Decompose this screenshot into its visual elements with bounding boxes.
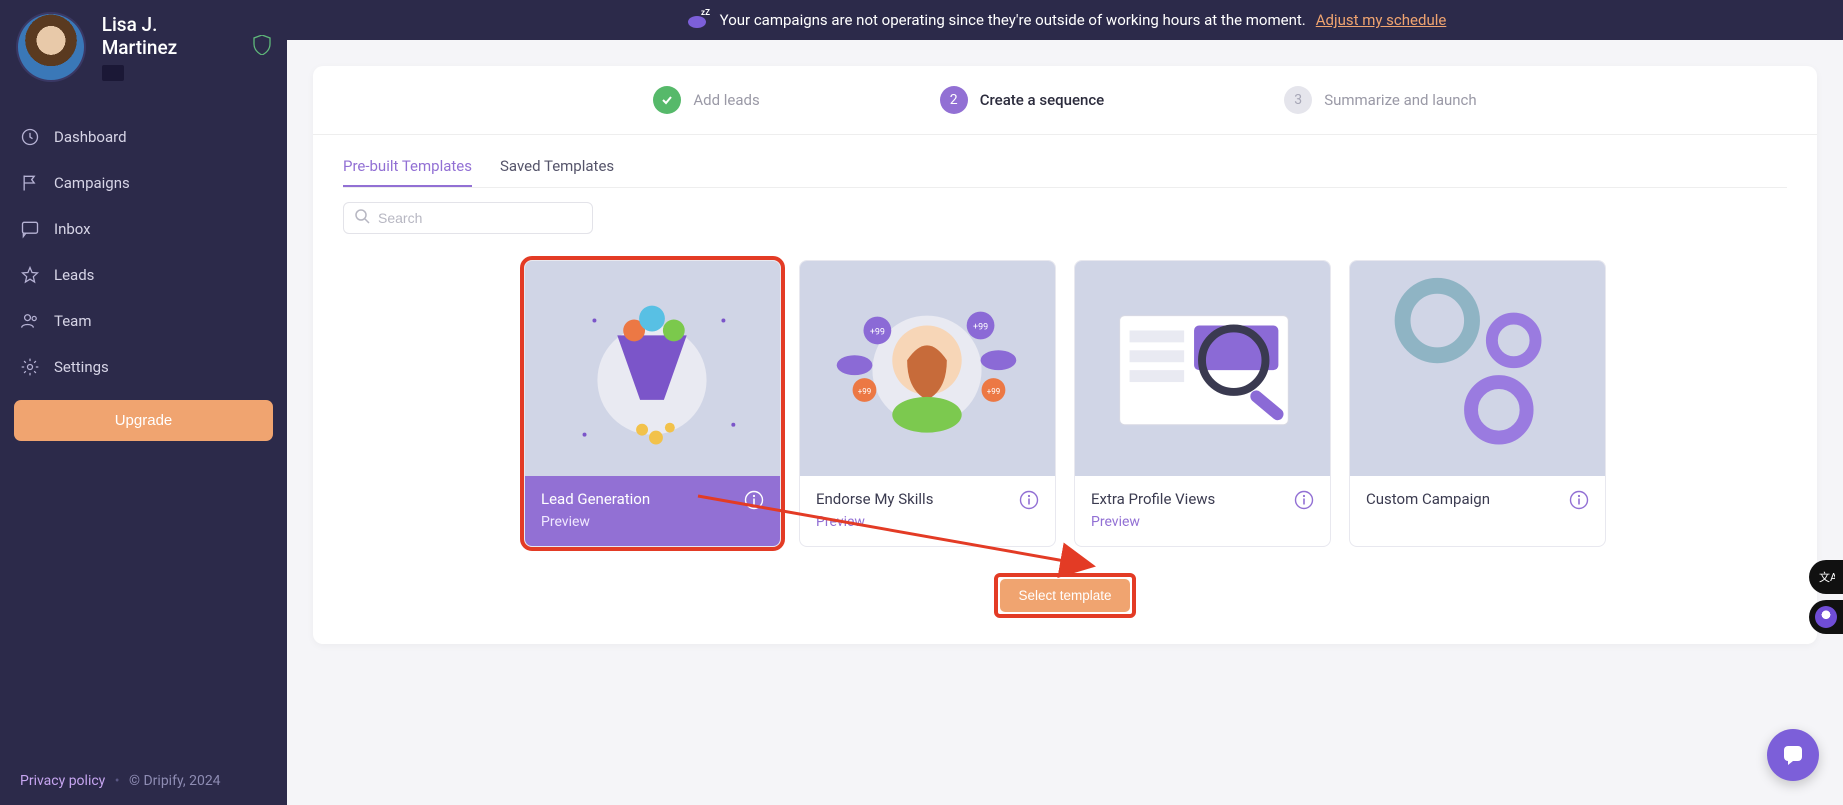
assistant-icon [1815,606,1837,628]
step-add-leads[interactable]: Add leads [653,86,759,114]
profile-badges [102,65,237,81]
search-field[interactable] [343,202,593,234]
svg-text:文A: 文A [1819,570,1835,584]
sidebar-item-leads[interactable]: Leads [0,252,287,298]
notice-bar: zZ Your campaigns are not operating sinc… [287,0,1843,40]
sidebar-item-label: Team [54,312,92,330]
svg-text:+99: +99 [870,327,885,337]
select-template-button[interactable]: Select template [1000,579,1129,612]
sidebar-item-inbox[interactable]: Inbox [0,206,287,252]
template-footer: Lead Generation Preview [525,476,780,546]
sidebar-item-campaigns[interactable]: Campaigns [0,160,287,206]
sidebar-footer: Privacy policy • © Dripify, 2024 [0,757,287,805]
users-icon [20,311,40,331]
gear-icon [20,357,40,377]
notice-text: Your campaigns are not operating since t… [720,11,1306,29]
svg-text:+99: +99 [973,322,988,332]
template-preview-link[interactable]: Preview [816,514,933,530]
step-number-badge: 2 [940,86,968,114]
star-icon [20,265,40,285]
assistant-button[interactable] [1809,600,1843,634]
step-label: Create a sequence [980,91,1104,109]
search-wrap [313,188,1817,234]
info-icon[interactable] [1569,490,1589,510]
template-card-custom-campaign[interactable]: Custom Campaign [1349,260,1606,547]
sidebar-nav: Dashboard Campaigns Inbox Leads Team [0,114,287,390]
privacy-link[interactable]: Privacy policy [20,773,105,789]
template-card-endorse-skills[interactable]: +99 +99 +99 +99 Endorse My Skills Previe… [799,260,1056,547]
template-title: Extra Profile Views [1091,490,1215,508]
profile-info: Lisa J. Martinez [102,13,237,81]
linkedin-badge-icon [102,65,124,81]
template-footer: Custom Campaign [1350,476,1605,526]
svg-text:zZ: zZ [701,8,710,17]
template-illustration [525,261,780,476]
template-title: Lead Generation [541,490,650,508]
notice-link[interactable]: Adjust my schedule [1316,11,1447,29]
footer-separator: • [115,773,120,789]
template-footer: Endorse My Skills Preview [800,476,1055,546]
template-card-lead-generation[interactable]: Lead Generation Preview [524,260,781,547]
info-icon[interactable] [1019,490,1039,510]
select-button-highlight: Select template [998,577,1131,614]
step-summarize-launch[interactable]: 3 Summarize and launch [1284,86,1476,114]
chat-icon [20,219,40,239]
sidebar-item-label: Settings [54,358,109,376]
sleep-icon: zZ [684,7,710,33]
upgrade-button[interactable]: Upgrade [14,400,273,441]
step-number-badge: 3 [1284,86,1312,114]
step-label: Add leads [693,91,759,109]
templates-grid: Lead Generation Preview +99 [313,234,1817,547]
shield-icon [253,35,271,59]
sidebar-item-label: Dashboard [54,128,127,146]
profile-block: Lisa J. Martinez [0,0,287,94]
info-icon[interactable] [744,490,764,510]
template-title: Endorse My Skills [816,490,933,508]
info-icon[interactable] [1294,490,1314,510]
search-input[interactable] [378,210,582,226]
main: Add leads 2 Create a sequence 3 Summariz… [287,40,1843,805]
stepper: Add leads 2 Create a sequence 3 Summariz… [313,66,1817,135]
step-label: Summarize and launch [1324,91,1476,109]
template-preview-link[interactable]: Preview [1091,514,1215,530]
check-icon [653,86,681,114]
template-illustration [1075,261,1330,476]
profile-name: Lisa J. Martinez [102,13,237,59]
template-illustration: +99 +99 +99 +99 [800,261,1055,476]
search-icon [354,208,370,228]
copyright: © Dripify, 2024 [129,773,221,789]
select-template-wrap: Select template [313,577,1817,614]
content-card: Add leads 2 Create a sequence 3 Summariz… [313,66,1817,644]
sidebar-item-label: Inbox [54,220,91,238]
intercom-launcher[interactable] [1767,729,1819,781]
step-create-sequence[interactable]: 2 Create a sequence [940,86,1104,114]
tab-prebuilt-templates[interactable]: Pre-built Templates [343,157,472,187]
upgrade-wrap: Upgrade [0,390,287,451]
sidebar-item-settings[interactable]: Settings [0,344,287,390]
avatar[interactable] [16,12,86,82]
tabs: Pre-built Templates Saved Templates [313,135,1817,187]
translate-button[interactable]: 文A [1809,560,1843,594]
template-preview-link[interactable]: Preview [541,514,650,530]
floating-buttons: 文A [1809,560,1843,634]
flag-icon [20,173,40,193]
sidebar-item-label: Leads [54,266,94,284]
tab-saved-templates[interactable]: Saved Templates [500,157,614,187]
sidebar-item-team[interactable]: Team [0,298,287,344]
sidebar: Lisa J. Martinez Dashboard Campaigns [0,0,287,805]
template-footer: Extra Profile Views Preview [1075,476,1330,546]
template-title: Custom Campaign [1366,490,1490,508]
sidebar-item-dashboard[interactable]: Dashboard [0,114,287,160]
sidebar-item-label: Campaigns [54,174,130,192]
clock-icon [20,127,40,147]
svg-text:+99: +99 [987,387,1000,396]
template-illustration [1350,261,1605,476]
svg-text:+99: +99 [858,387,871,396]
template-card-extra-profile-views[interactable]: Extra Profile Views Preview [1074,260,1331,547]
